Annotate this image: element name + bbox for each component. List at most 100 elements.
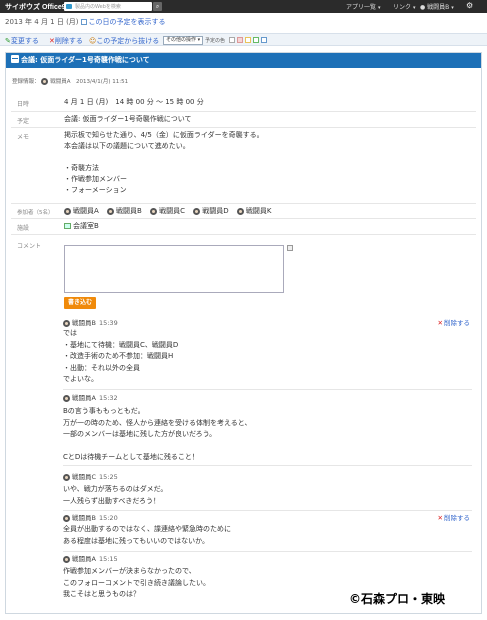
memo-line xyxy=(64,152,264,163)
participant[interactable]: 戦闘員D xyxy=(193,206,229,217)
event-title-bar: 会議: 仮面ライダー1号奇襲作戦について xyxy=(6,53,481,68)
link-menu[interactable]: リンク ▾ xyxy=(393,2,415,11)
schedule-color-label: 予定の色 xyxy=(205,38,226,44)
color-swatch-yellow[interactable] xyxy=(245,37,251,43)
memo-line: ・作戦参加メンバー xyxy=(64,175,127,183)
comment-time: 15:15 xyxy=(98,555,118,563)
comment-user[interactable]: 戦闘員B xyxy=(72,319,96,327)
search-placeholder: 製品内のWebを検索 xyxy=(75,4,121,10)
comment-line: 一部のメンバーは基地に残した方が良いだろう。 xyxy=(63,430,217,438)
search-box[interactable]: 製品内のWebを検索 xyxy=(64,2,152,11)
participant-name: 戦闘員K xyxy=(245,207,272,215)
participant-name: 戦闘員B xyxy=(116,207,142,215)
link-menu-label: リンク xyxy=(393,4,412,11)
delete-button[interactable]: ✕削除する xyxy=(49,36,83,46)
comment-line: Bの言う事ももっともだ。 xyxy=(63,407,145,415)
reg-label: 登録情報： xyxy=(12,79,40,85)
avatar xyxy=(63,555,70,563)
participants-list: 戦闘員A 戦闘員B 戦闘員C 戦闘員D 戦闘員K xyxy=(64,206,277,217)
avatar xyxy=(63,394,70,402)
search-engine-icon xyxy=(66,4,72,9)
comment-item: 戦闘員C 15:25 いや、戦力が落ちるのはダメだ。 一人残らず出動すべきだろう！ xyxy=(63,471,472,511)
comment-line: ・改造手術のため不参加：戦闘員H xyxy=(63,352,174,360)
participant[interactable]: 戦闘員C xyxy=(150,206,185,217)
participant-name: 戦闘員A xyxy=(73,207,99,215)
comment-line: いや、戦力が落ちるのはダメだ。 xyxy=(63,485,168,493)
facility-value[interactable]: 会議室B xyxy=(64,221,99,232)
comment-delete-button[interactable]: ✕削除する xyxy=(438,317,470,327)
memo-line: 掲示板で知らせた通り、4/5（金）に仮面ライダーを奇襲する。 xyxy=(64,131,264,139)
avatar xyxy=(63,473,70,481)
other-ops-label: その他の操作 xyxy=(166,37,197,43)
avatar xyxy=(236,207,244,215)
facility-label: 施設 xyxy=(17,225,30,232)
leave-button[interactable]: ☺この予定から抜ける xyxy=(89,36,159,46)
comment-user[interactable]: 戦闘員B xyxy=(72,514,96,522)
post-comment-button[interactable]: 書き込む xyxy=(64,297,96,309)
plan-value: 会議: 仮面ライダー1号奇襲作戦について xyxy=(64,115,192,123)
date-line: 2013 年 4 月 1 日 (月) この日の予定を表示する xyxy=(5,17,166,27)
participant[interactable]: 戦闘員K xyxy=(236,206,272,217)
comment-line: ・出動：それ以外の全員 xyxy=(63,363,140,372)
other-ops-select[interactable]: その他の操作 ▾ xyxy=(163,36,204,45)
avatar xyxy=(63,514,70,522)
avatar xyxy=(193,207,201,215)
comment-user[interactable]: 戦闘員C xyxy=(72,473,96,481)
action-toolbar: ✎変更する ✕削除する ☺この予定から抜ける その他の操作 ▾ 予定の色 xyxy=(0,33,487,46)
comment-line: 作戦参加メンバーが決まらなかったので、 xyxy=(63,567,196,575)
participant-name: 戦闘員C xyxy=(159,207,185,215)
comment-user[interactable]: 戦闘員A xyxy=(72,555,96,563)
gear-icon[interactable]: ⚙ xyxy=(466,1,473,10)
avatar xyxy=(63,319,70,327)
date-label: 日時 xyxy=(17,101,30,108)
user-icon: ● xyxy=(420,4,426,11)
date-value: 4 月 1 日 (月) 14 時 00 分 〜 15 時 00 分 xyxy=(64,98,204,106)
color-swatch-red[interactable] xyxy=(237,37,243,43)
user-menu[interactable]: ● 戦闘員B ▾ xyxy=(420,2,454,11)
color-swatch-green[interactable] xyxy=(253,37,259,43)
participants-label: 参加者（5名） xyxy=(17,210,54,216)
leave-label: この予定から抜ける xyxy=(96,37,160,45)
facility-icon xyxy=(64,223,71,229)
avatar xyxy=(107,207,115,215)
comment-time: 15:20 xyxy=(98,514,118,522)
participant[interactable]: 戦闘員A xyxy=(64,206,99,217)
participant-name: 戦闘員D xyxy=(202,207,229,215)
comment-delete-label: 削除する xyxy=(444,514,470,522)
comment-time: 15:39 xyxy=(98,319,118,327)
color-swatch-white[interactable] xyxy=(229,37,235,43)
chevron-down-icon: ▾ xyxy=(451,5,454,11)
memo-line: ・奇襲方法 xyxy=(64,164,99,172)
comment-time: 15:25 xyxy=(99,473,118,481)
comment-line: 一人残らず出動すべきだろう！ xyxy=(63,496,160,505)
comment-user[interactable]: 戦闘員A xyxy=(72,394,96,402)
show-day-link[interactable]: この日の予定を表示する xyxy=(89,18,166,26)
calendar-icon xyxy=(80,19,87,25)
plan-label: 予定 xyxy=(17,118,30,125)
comment-time: 15:32 xyxy=(98,394,118,402)
expand-icon[interactable] xyxy=(287,245,293,251)
delete-label: 削除する xyxy=(54,37,83,45)
comment-delete-button[interactable]: ✕削除する xyxy=(438,512,470,522)
comment-line xyxy=(63,441,252,453)
apps-menu[interactable]: アプリ一覧 ▾ xyxy=(346,2,380,11)
edit-button[interactable]: ✎変更する xyxy=(5,36,39,46)
comment-body: 全員が出動するのではなく、諜連絡や緊急時のために ある程度は基地に残ってもいいの… xyxy=(63,524,231,547)
participant[interactable]: 戦闘員B xyxy=(107,206,142,217)
comment-input[interactable] xyxy=(64,245,284,293)
comment-header: 戦闘員A 15:15 xyxy=(63,553,118,563)
search-icon[interactable]: ⌕ xyxy=(153,2,162,11)
app-logo[interactable]: サイボウズ Office9 xyxy=(5,2,66,12)
apps-menu-label: アプリ一覧 xyxy=(346,4,377,11)
chevron-down-icon: ▾ xyxy=(412,5,416,11)
comment-line: 万が一の時のため、怪人から連絡を受ける体制を考えると、 xyxy=(63,418,252,427)
reg-user[interactable]: 戦闘員A xyxy=(50,79,70,85)
close-icon: ✕ xyxy=(437,514,443,522)
comment-item: 戦闘員B 15:20 ✕削除する 全員が出動するのではなく、諜連絡や緊急時のために… xyxy=(63,512,472,552)
reg-time: 2013/4/1(月) 11:51 xyxy=(76,79,129,85)
facility-name: 会議室B xyxy=(73,222,99,230)
comment-line: でよいな。 xyxy=(63,375,98,383)
comment-item: 戦闘員B 15:39 ✕削除する では ・基地にて待機：戦闘員C、戦闘員D ・改造… xyxy=(63,317,472,390)
textarea-resize[interactable] xyxy=(287,245,293,293)
color-swatch-blue[interactable] xyxy=(261,37,267,43)
